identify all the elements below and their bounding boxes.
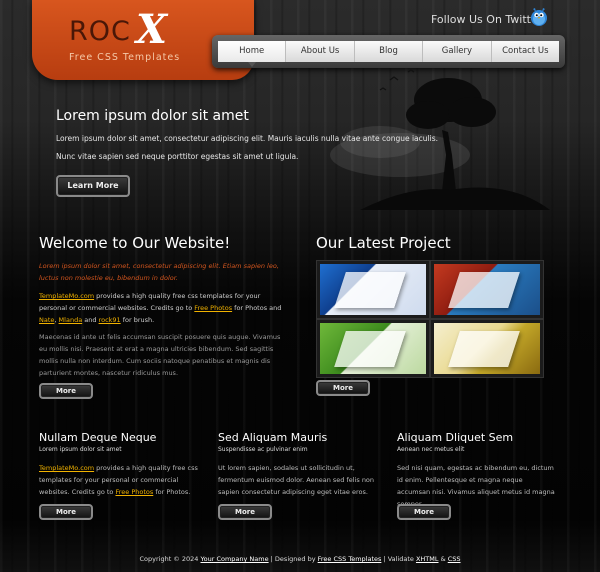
- footer-sep-2: | Validate: [381, 555, 416, 563]
- column-1-free-photos-link[interactable]: Free Photos: [115, 488, 153, 496]
- welcome-title: Welcome to Our Website!: [39, 234, 231, 252]
- footer-company-link[interactable]: Your Company Name: [201, 555, 269, 563]
- nav-contact-us[interactable]: Contact Us: [492, 41, 559, 62]
- column-3-title: Aliquam Dliquet Sem: [397, 431, 514, 444]
- hero-title: Lorem ipsum dolor sit amet: [56, 108, 249, 124]
- nate-link[interactable]: Nate: [39, 316, 54, 324]
- welcome-paragraph-2: Maecenas id ante ut felis accumsan susci…: [39, 333, 281, 377]
- nav-gallery[interactable]: Gallery: [423, 41, 492, 62]
- welcome-credits-paragraph: TemplateMo.com provides a high quality f…: [39, 290, 284, 326]
- thumbnail-screen: [334, 331, 406, 367]
- welcome-credits-text-2: for Photos and: [232, 304, 282, 312]
- nav-about-us[interactable]: About Us: [286, 41, 355, 62]
- column-1-text-2: for Photos.: [153, 488, 191, 496]
- twitter-bird-icon[interactable]: [527, 4, 551, 28]
- logo-tagline: Free CSS Templates: [69, 52, 181, 63]
- column-1-text: TemplateMo.com provides a high quality f…: [39, 462, 199, 498]
- hero-paragraph-1: Lorem ipsum dolor sit amet, consectetur …: [56, 134, 438, 143]
- twitter-follow-link[interactable]: Follow Us On Twitter: [431, 13, 542, 26]
- footer-sep-1: | Designed by: [268, 555, 318, 563]
- nav-home[interactable]: Home: [218, 41, 287, 67]
- welcome-credits-text-5: for brush.: [120, 316, 155, 324]
- column-3-more-button[interactable]: More: [397, 504, 451, 520]
- hero-paragraph-2: Nunc vitae sapien sed neque porttitor eg…: [56, 152, 299, 161]
- free-photos-link[interactable]: Free Photos: [194, 304, 232, 312]
- welcome-lead-text: Lorem ipsum dolor sit amet, consectetur …: [39, 262, 279, 282]
- column-1-title: Nullam Deque Neque: [39, 431, 157, 444]
- welcome-more-button[interactable]: More: [39, 383, 93, 399]
- site-footer: Copyright © 2024 Your Company Name | Des…: [0, 555, 600, 563]
- nav-bar: Home About Us Blog Gallery Contact Us: [218, 41, 559, 67]
- logo-x-mark: X: [136, 6, 168, 53]
- project-thumbnail-2[interactable]: [430, 260, 544, 319]
- footer-designer-link[interactable]: Free CSS Templates: [318, 555, 382, 563]
- thumbnail-screen: [448, 331, 520, 367]
- footer-amp: &: [438, 555, 448, 563]
- column-3-subtitle: Aenean nec metus elit: [397, 446, 465, 453]
- column-2-text: Ut lorem sapien, sodales ut sollicitudin…: [218, 464, 375, 496]
- project-more-button[interactable]: More: [316, 380, 370, 396]
- learn-more-button[interactable]: Learn More: [56, 175, 130, 197]
- column-2-title: Sed Aliquam Mauris: [218, 431, 328, 444]
- project-title: Our Latest Project: [316, 234, 451, 252]
- footer-xhtml-link[interactable]: XHTML: [416, 555, 439, 563]
- project-thumbnail-4[interactable]: [430, 319, 544, 378]
- column-1-templatemo-link[interactable]: TemplateMo.com: [39, 464, 94, 472]
- footer-css-link[interactable]: CSS: [448, 555, 461, 563]
- mlanda-link[interactable]: Mlanda: [59, 316, 83, 324]
- column-1-more-button[interactable]: More: [39, 504, 93, 520]
- nav-blog[interactable]: Blog: [355, 41, 424, 62]
- project-thumbnail-1[interactable]: [316, 260, 430, 319]
- thumbnail-screen: [448, 272, 520, 308]
- welcome-credits-text-4: and: [82, 316, 99, 324]
- footer-copyright: Copyright © 2024: [139, 555, 199, 563]
- thumbnail-screen: [334, 272, 406, 308]
- column-1-subtitle: Lorem ipsum dolor sit amet: [39, 446, 122, 453]
- column-2-subtitle: Suspendisse ac pulvinar enim: [218, 446, 308, 453]
- project-thumbnail-3[interactable]: [316, 319, 430, 378]
- column-2-more-button[interactable]: More: [218, 504, 272, 520]
- logo-roc-text: ROC: [69, 16, 131, 47]
- rock91-link[interactable]: rock91: [99, 316, 121, 324]
- column-3-text: Sed nisi quam, egestas ac bibendum eu, d…: [397, 464, 555, 508]
- templatemo-link[interactable]: TemplateMo.com: [39, 292, 94, 300]
